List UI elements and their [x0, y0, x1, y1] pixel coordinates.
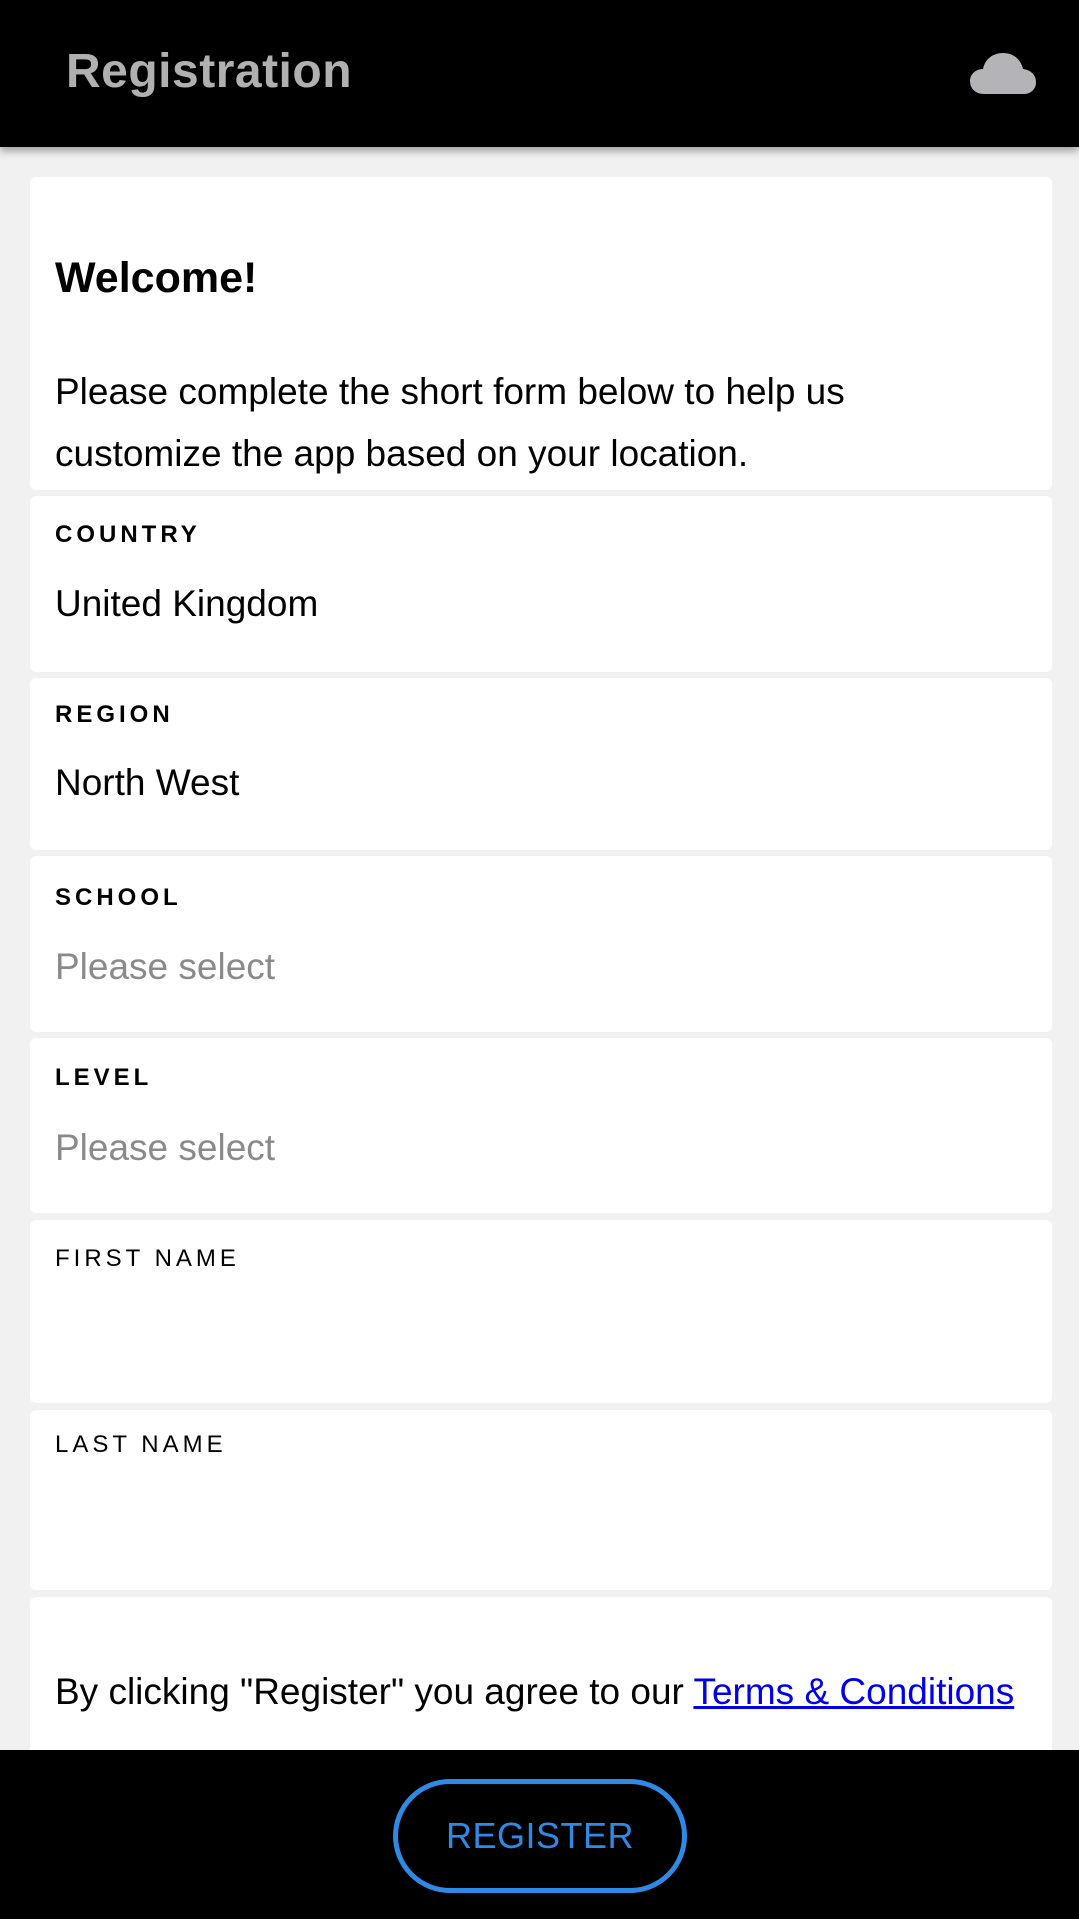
bottom-bar: REGISTER	[0, 1750, 1079, 1919]
region-label: REGION	[55, 701, 174, 728]
terms-prefix: By clicking "Register" you agree to our	[55, 1671, 694, 1712]
region-field[interactable]: REGION North West	[30, 678, 1052, 850]
level-label: LEVEL	[55, 1064, 153, 1091]
terms-text: By clicking "Register" you agree to our …	[55, 1661, 1015, 1723]
level-select[interactable]: Please select	[55, 1126, 275, 1170]
school-label: SCHOOL	[55, 884, 182, 911]
country-value[interactable]: United Kingdom	[55, 582, 318, 626]
registration-form: Welcome! Please complete the short form …	[0, 147, 1079, 1750]
welcome-card: Welcome! Please complete the short form …	[30, 177, 1052, 490]
terms-link[interactable]: Terms & Conditions	[693, 1671, 1014, 1712]
region-value[interactable]: North West	[55, 761, 239, 805]
cloud-icon[interactable]	[970, 50, 1036, 96]
country-label: COUNTRY	[55, 521, 201, 548]
welcome-title: Welcome!	[55, 254, 258, 302]
school-select[interactable]: Please select	[55, 945, 275, 989]
country-field[interactable]: COUNTRY United Kingdom	[30, 496, 1052, 672]
app-bar: Registration	[0, 0, 1079, 147]
first-name-field[interactable]: FIRST NAME	[30, 1220, 1052, 1403]
register-button[interactable]: REGISTER	[393, 1779, 687, 1893]
first-name-label: FIRST NAME	[55, 1245, 240, 1272]
welcome-message: Please complete the short form below to …	[55, 371, 845, 474]
level-field[interactable]: LEVEL Please select	[30, 1038, 1052, 1213]
last-name-label: LAST NAME	[55, 1431, 227, 1458]
terms-card: By clicking "Register" you agree to our …	[30, 1597, 1052, 1750]
last-name-field[interactable]: LAST NAME	[30, 1410, 1052, 1590]
page-title: Registration	[66, 45, 353, 98]
school-field[interactable]: SCHOOL Please select	[30, 856, 1052, 1032]
